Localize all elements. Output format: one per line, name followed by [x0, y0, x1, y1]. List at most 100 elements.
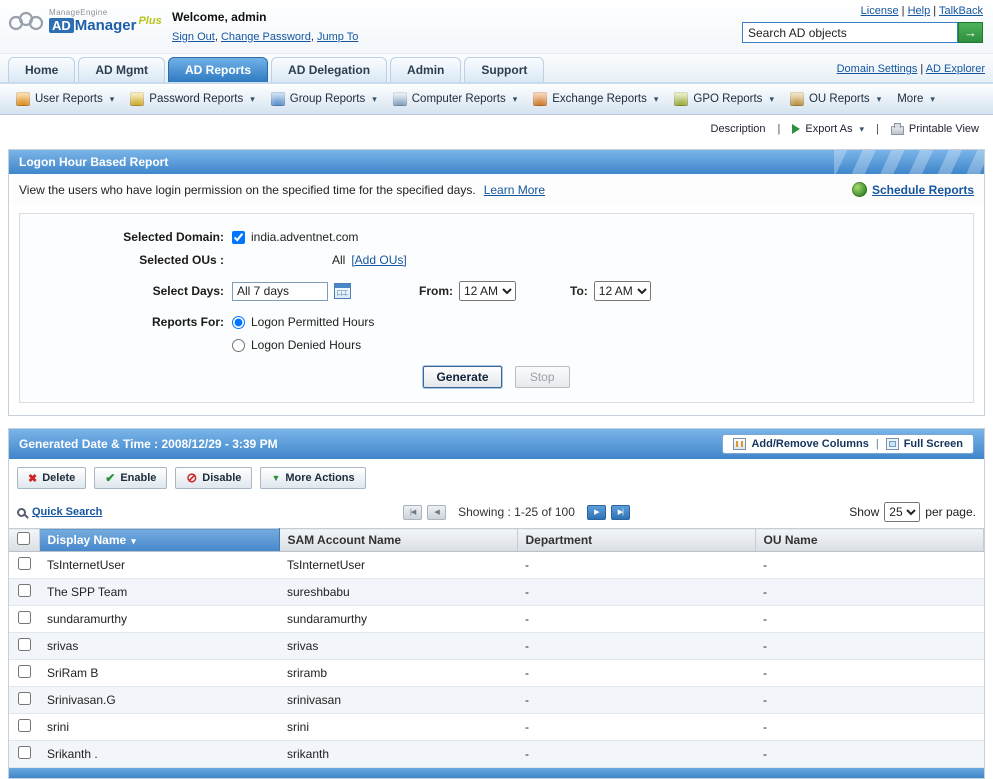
display-name-cell[interactable]: srivas — [39, 632, 279, 660]
delete-button[interactable]: Delete — [17, 467, 87, 489]
column-header-sam-account-name[interactable]: SAM Account Name — [279, 528, 518, 552]
per-page-label: per page. — [925, 505, 976, 519]
select-all-checkbox[interactable] — [17, 532, 31, 545]
description-button[interactable]: Description — [711, 123, 766, 135]
row-checkbox[interactable] — [17, 719, 31, 732]
display-name-cell[interactable]: SriRam B — [39, 659, 279, 687]
username: admin — [231, 10, 267, 24]
menu-label: OU Reports — [808, 93, 870, 105]
session-link-sign-out[interactable]: Sign Out — [172, 31, 215, 43]
separator: | — [898, 5, 908, 17]
tab-ad-delegation[interactable]: AD Delegation — [271, 57, 388, 82]
nav-link-ad-explorer[interactable]: AD Explorer — [926, 63, 985, 75]
ad-search — [742, 22, 983, 43]
menu-label: User Reports — [35, 93, 103, 105]
menu-more[interactable]: More — [889, 84, 943, 114]
row-checkbox-cell — [9, 713, 39, 741]
full-screen-button[interactable]: Full Screen — [885, 438, 963, 450]
menu-ou-reports[interactable]: OU Reports — [782, 84, 889, 114]
menu-password-reports[interactable]: Password Reports — [122, 84, 263, 114]
printable-view-button[interactable]: Printable View — [890, 123, 979, 135]
menu-exchange-reports[interactable]: Exchange Reports — [525, 84, 666, 114]
row-checkbox[interactable] — [17, 611, 31, 624]
menu-gpo-reports[interactable]: GPO Reports — [666, 84, 782, 114]
column-label: Display Name — [47, 533, 127, 547]
to-select[interactable]: 12 AM — [593, 281, 651, 301]
tab-support[interactable]: Support — [464, 57, 545, 82]
pagination: Showing : 1-25 of 100 — [257, 504, 776, 520]
calendar-icon[interactable] — [334, 283, 351, 299]
add-ous-link[interactable]: [Add OUs] — [351, 253, 406, 267]
display-name-cell[interactable]: sundaramurthy — [39, 605, 279, 633]
logon-denied-radio[interactable] — [232, 338, 245, 352]
from-select[interactable]: 12 AM — [459, 281, 516, 301]
row-checkbox[interactable] — [17, 692, 31, 705]
cell: - — [517, 686, 755, 714]
chevron-down-icon — [108, 93, 115, 105]
search-go-button[interactable] — [958, 22, 983, 43]
more-actions-icon — [271, 472, 280, 484]
menu-group-reports[interactable]: Group Reports — [263, 84, 385, 114]
add-remove-columns-icon — [733, 438, 747, 450]
row-checkbox[interactable] — [17, 746, 31, 759]
row-checkbox[interactable] — [17, 638, 31, 651]
more-actions-button[interactable]: More Actions — [260, 467, 366, 489]
display-name-cell[interactable]: srini — [39, 713, 279, 741]
quick-search-link[interactable]: Quick Search — [17, 506, 257, 518]
last-page-button[interactable] — [610, 504, 630, 520]
row-checkbox[interactable] — [17, 665, 31, 678]
cell: - — [755, 578, 984, 606]
description-label: Description — [710, 123, 766, 135]
select-days-label: Select Days: — [152, 284, 224, 298]
select-days-input[interactable] — [232, 281, 328, 301]
column-header-ou-name[interactable]: OU Name — [755, 528, 984, 552]
export-as-button[interactable]: Export As — [792, 123, 864, 135]
display-name-cell[interactable]: Srinivasan.G — [39, 686, 279, 714]
report-panel-header: Logon Hour Based Report — [9, 150, 984, 174]
logon-denied-option[interactable]: Logon Denied Hours — [232, 338, 361, 352]
quick-search-label: Quick Search — [32, 506, 103, 518]
display-name-cell[interactable]: The SPP Team — [39, 578, 279, 606]
tab-ad-mgmt[interactable]: AD Mgmt — [78, 57, 166, 82]
table-row: TsInternetUser TsInternetUser - - — [9, 551, 984, 579]
tab-ad-reports[interactable]: AD Reports — [168, 57, 269, 82]
tab-home[interactable]: Home — [8, 57, 76, 82]
previous-page-button[interactable] — [427, 504, 447, 520]
page-toolbar: Description | Export As | Printable View — [0, 115, 993, 143]
search-input[interactable] — [742, 22, 958, 43]
column-label: SAM Account Name — [287, 533, 402, 547]
domain-checkbox[interactable] — [232, 230, 245, 244]
logon-permitted-option[interactable]: Logon Permitted Hours — [232, 315, 374, 329]
table-row: The SPP Team sureshbabu - - — [9, 578, 984, 606]
disable-button[interactable]: Disable — [175, 467, 253, 489]
first-page-button[interactable] — [403, 504, 423, 520]
enable-button[interactable]: Enable — [94, 467, 168, 489]
top-link-license[interactable]: License — [861, 5, 899, 17]
results-table-body: TsInternetUser TsInternetUser - - The SPP Te… — [9, 551, 984, 768]
display-name-cell[interactable]: TsInternetUser — [39, 551, 279, 579]
session-link-jump-to[interactable]: Jump To — [317, 31, 358, 43]
learn-more-link[interactable]: Learn More — [484, 183, 545, 197]
top-link-help[interactable]: Help — [908, 5, 931, 17]
logon-permitted-radio[interactable] — [232, 315, 245, 329]
cell: - — [755, 686, 984, 714]
nav-link-domain-settings[interactable]: Domain Settings — [837, 63, 918, 75]
menu-user-reports[interactable]: User Reports — [8, 84, 122, 114]
domain-name: india.adventnet.com — [251, 230, 359, 244]
menu-computer-reports[interactable]: Computer Reports — [385, 84, 526, 114]
row-checkbox[interactable] — [17, 584, 31, 597]
next-page-button[interactable] — [586, 504, 606, 520]
column-header-display-name[interactable]: Display Name — [39, 528, 280, 552]
top-link-talkback[interactable]: TalkBack — [939, 5, 983, 17]
display-name-cell[interactable]: Srikanth . — [39, 740, 279, 768]
generate-button[interactable]: Generate — [423, 366, 502, 388]
session-link-change-password[interactable]: Change Password — [221, 31, 311, 43]
stop-button[interactable]: Stop — [514, 366, 570, 388]
schedule-reports-link[interactable]: Schedule Reports — [851, 182, 974, 197]
tab-admin[interactable]: Admin — [390, 57, 462, 82]
column-header-department[interactable]: Department — [517, 528, 756, 552]
page-size-select[interactable]: 25 — [884, 502, 921, 522]
brand-manager: Manager — [74, 17, 137, 34]
row-checkbox[interactable] — [17, 557, 31, 570]
add-remove-columns-button[interactable]: Add/Remove Columns — [733, 438, 869, 450]
